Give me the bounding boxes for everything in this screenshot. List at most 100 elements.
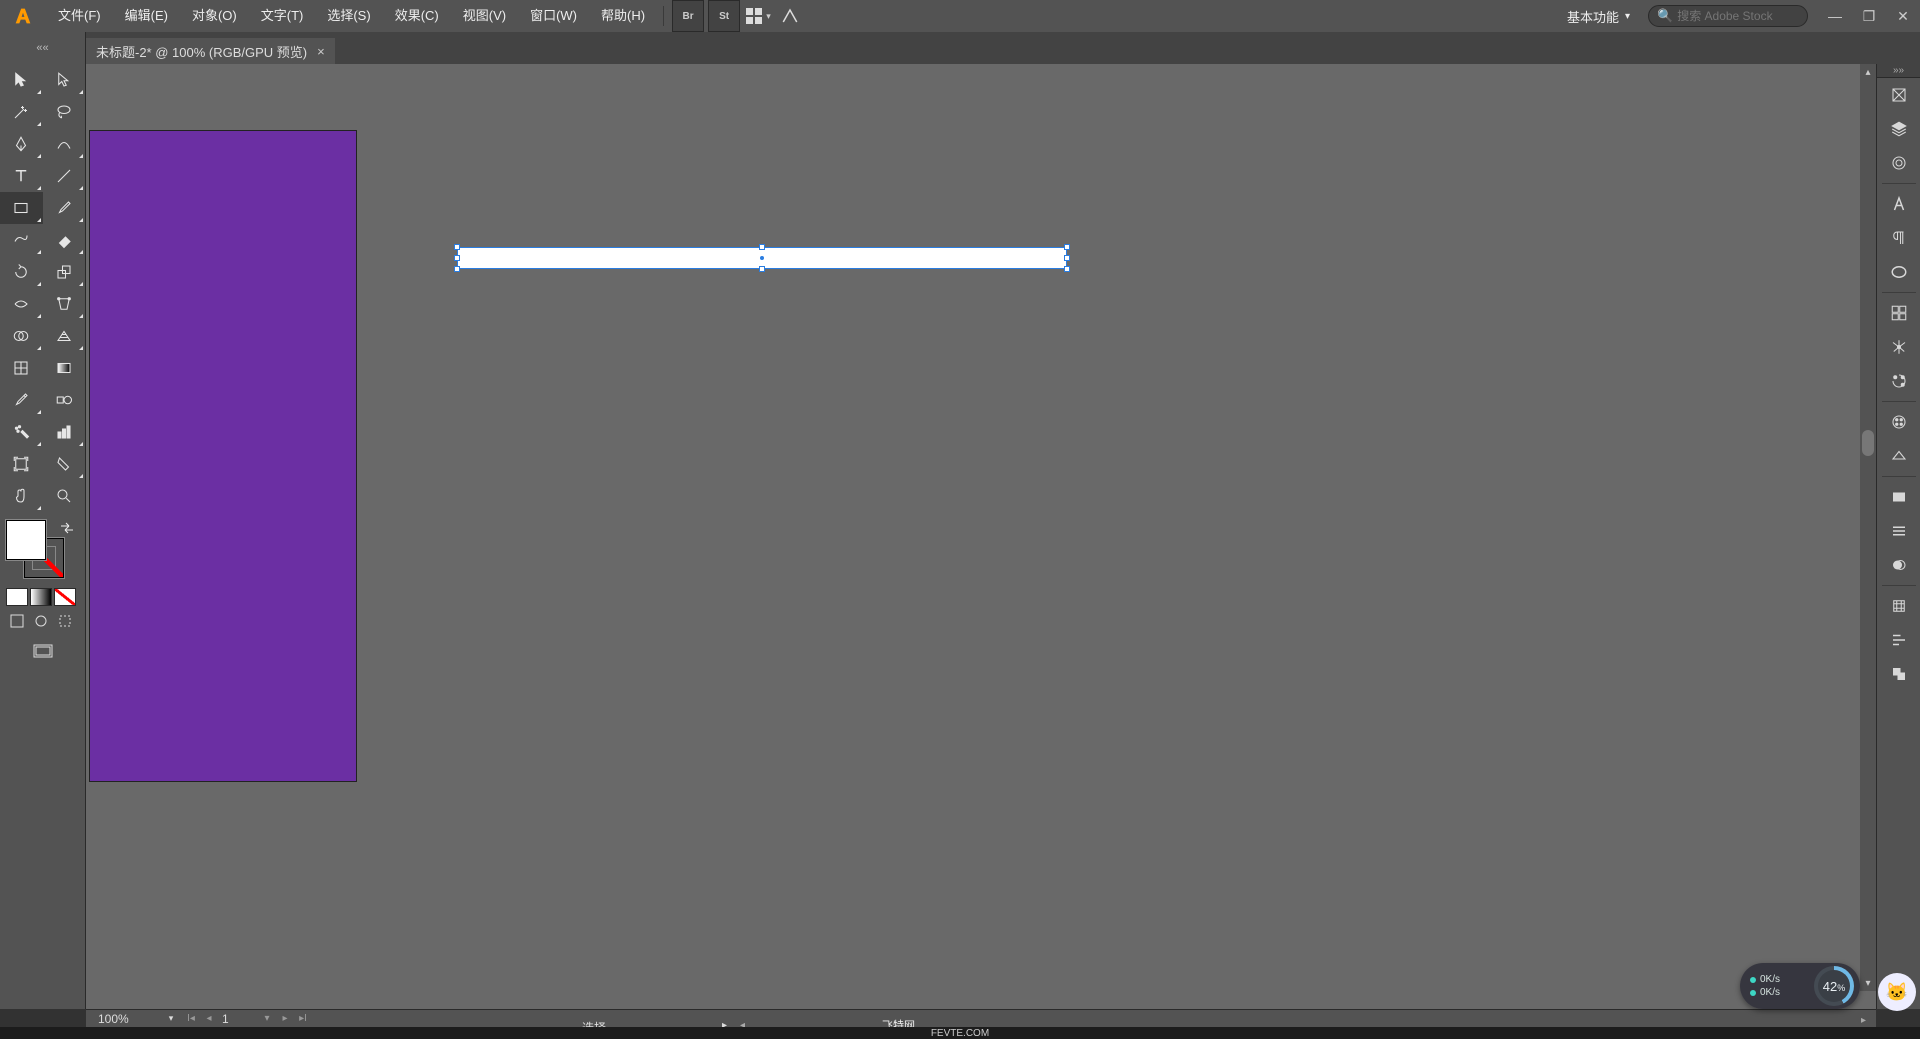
color-mode-gradient[interactable] (30, 588, 52, 606)
eyedropper-tool[interactable] (0, 384, 43, 416)
menu-type[interactable]: 文字(T) (249, 0, 316, 32)
resize-handle-middle-right[interactable] (1064, 255, 1070, 261)
search-box[interactable]: 🔍 (1648, 5, 1808, 27)
menu-object[interactable]: 对象(O) (180, 0, 249, 32)
artboard-1[interactable] (89, 130, 357, 782)
minimize-button[interactable]: — (1818, 0, 1852, 32)
artboard-dropdown-icon[interactable]: ▾ (258, 1013, 276, 1024)
pen-tool[interactable] (0, 128, 43, 160)
lasso-tool[interactable] (43, 96, 86, 128)
panel-properties-icon[interactable] (1877, 78, 1920, 112)
draw-inside-icon[interactable] (54, 612, 76, 630)
prev-artboard-button[interactable]: ◂ (200, 1013, 218, 1024)
menu-help[interactable]: 帮助(H) (589, 0, 657, 32)
line-segment-tool[interactable] (43, 160, 86, 192)
scroll-up-icon[interactable]: ▴ (1860, 64, 1876, 80)
panel-swatches-icon[interactable] (1877, 405, 1920, 439)
bridge-icon[interactable]: Br (672, 0, 704, 32)
right-dock-collapse[interactable]: »» (1877, 64, 1920, 78)
vertical-scroll-thumb[interactable] (1862, 430, 1874, 456)
close-button[interactable]: ✕ (1886, 0, 1920, 32)
resize-handle-middle-left[interactable] (454, 255, 460, 261)
resize-handle-top-right[interactable] (1064, 244, 1070, 250)
panel-cc-libraries-icon[interactable] (1877, 146, 1920, 180)
slice-tool[interactable] (43, 448, 86, 480)
scroll-down-icon[interactable]: ▾ (1860, 975, 1876, 991)
canvas-area[interactable]: ▴ ▾ (86, 64, 1876, 1009)
shape-builder-tool[interactable] (0, 320, 43, 352)
draw-behind-icon[interactable] (30, 612, 52, 630)
blend-tool[interactable] (43, 384, 86, 416)
selection-center-point[interactable] (760, 256, 764, 260)
curvature-tool[interactable] (43, 128, 86, 160)
zoom-tool[interactable] (43, 480, 86, 512)
tab-close-icon[interactable]: × (317, 44, 325, 59)
direct-selection-tool[interactable] (43, 64, 86, 96)
assistant-avatar-icon[interactable]: 🐱 (1878, 973, 1916, 1011)
gradient-tool[interactable] (43, 352, 86, 384)
menu-select[interactable]: 选择(S) (315, 0, 382, 32)
workspace-switcher[interactable]: 基本功能 ▾ (1559, 7, 1638, 26)
paintbrush-tool[interactable] (43, 192, 86, 224)
selected-rectangle[interactable] (458, 248, 1066, 268)
menu-view[interactable]: 视图(V) (451, 0, 518, 32)
panel-character-icon[interactable] (1877, 187, 1920, 221)
menu-file[interactable]: 文件(F) (46, 0, 113, 32)
panel-layers-icon[interactable] (1877, 112, 1920, 146)
zoom-level[interactable]: 100% (86, 1012, 160, 1026)
panel-appearance-icon[interactable] (1877, 480, 1920, 514)
arrange-documents-icon[interactable]: ▾ (742, 0, 774, 32)
vertical-scrollbar[interactable]: ▴ ▾ (1860, 64, 1876, 991)
hand-tool[interactable] (0, 480, 43, 512)
panel-gradient-icon[interactable] (1877, 439, 1920, 473)
menu-edit[interactable]: 编辑(E) (113, 0, 180, 32)
resize-handle-top-left[interactable] (454, 244, 460, 250)
panel-transform-icon[interactable] (1877, 296, 1920, 330)
panel-align-icon[interactable] (1877, 623, 1920, 657)
type-tool[interactable] (0, 160, 43, 192)
stock-icon[interactable]: St (708, 0, 740, 32)
width-tool[interactable] (0, 288, 43, 320)
shaper-tool[interactable] (0, 224, 43, 256)
panel-stroke-icon[interactable] (1877, 514, 1920, 548)
panel-paragraph-icon[interactable] (1877, 221, 1920, 255)
scale-tool[interactable] (43, 256, 86, 288)
resize-handle-bottom-left[interactable] (454, 266, 460, 272)
rectangle-tool[interactable] (0, 192, 43, 224)
hscroll-right-icon[interactable]: ▸ (1861, 1015, 1866, 1026)
resize-handle-top-center[interactable] (759, 244, 765, 250)
fill-stroke-control[interactable] (6, 520, 79, 584)
perspective-grid-tool[interactable] (43, 320, 86, 352)
panel-artboards-icon[interactable] (1877, 589, 1920, 623)
selection-tool[interactable] (0, 64, 43, 96)
swap-fill-stroke-icon[interactable] (59, 520, 75, 536)
artboard-tool[interactable] (0, 448, 43, 480)
panel-recolor-icon[interactable] (1877, 364, 1920, 398)
menu-window[interactable]: 窗口(W) (518, 0, 589, 32)
rotate-tool[interactable] (0, 256, 43, 288)
left-dock-collapse[interactable]: «« (0, 32, 86, 64)
color-mode-none[interactable] (54, 588, 76, 606)
draw-normal-icon[interactable] (6, 612, 28, 630)
resize-handle-bottom-center[interactable] (759, 266, 765, 272)
column-graph-tool[interactable] (43, 416, 86, 448)
restore-button[interactable]: ❐ (1852, 0, 1886, 32)
zoom-dropdown-icon[interactable]: ▾ (160, 1013, 182, 1024)
panel-opentype-icon[interactable] (1877, 255, 1920, 289)
panel-color-guide-icon[interactable] (1877, 330, 1920, 364)
screen-mode-button[interactable] (30, 642, 56, 662)
magic-wand-tool[interactable] (0, 96, 43, 128)
first-artboard-button[interactable]: I◂ (182, 1013, 200, 1024)
last-artboard-button[interactable]: ▸I (294, 1013, 312, 1024)
fill-swatch[interactable] (6, 520, 46, 560)
eraser-tool[interactable] (43, 224, 86, 256)
color-mode-solid[interactable] (6, 588, 28, 606)
current-artboard[interactable]: 1 (218, 1012, 258, 1026)
menu-effect[interactable]: 效果(C) (383, 0, 451, 32)
panel-transparency-icon[interactable] (1877, 548, 1920, 582)
symbol-sprayer-tool[interactable] (0, 416, 43, 448)
search-input[interactable] (1677, 9, 1799, 23)
next-artboard-button[interactable]: ▸ (276, 1013, 294, 1024)
gpu-preview-icon[interactable] (774, 0, 806, 32)
network-cpu-widget[interactable]: 0K/s 0K/s 42% (1740, 963, 1860, 1009)
